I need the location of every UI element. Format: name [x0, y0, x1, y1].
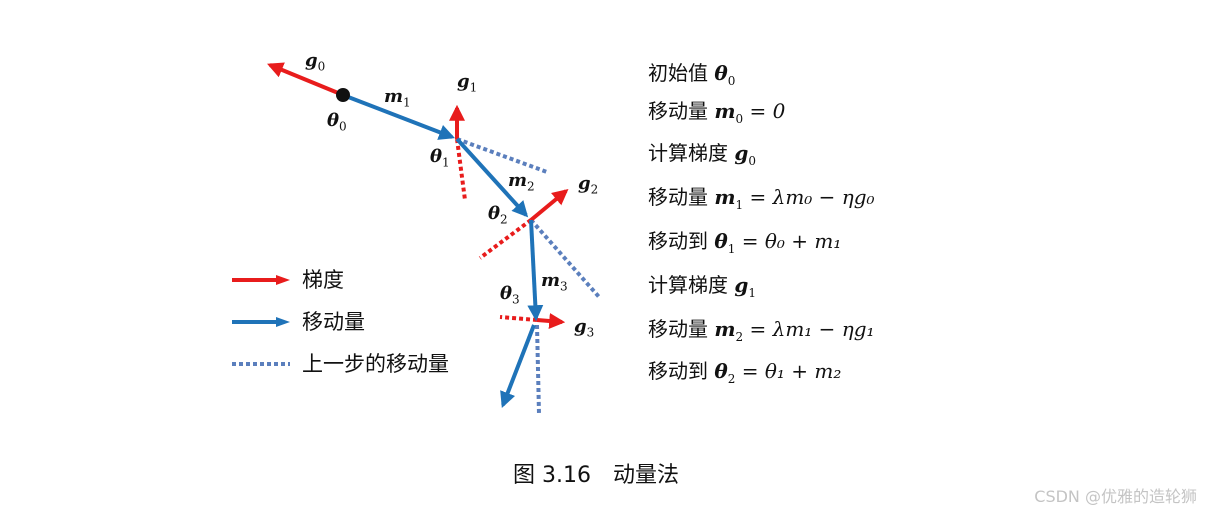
label-g2: g2 [578, 173, 599, 197]
legend-item-gradient: 梯度 [232, 266, 492, 294]
step-2: 移动量 m0 = 0 [648, 99, 786, 126]
step-3: 计算梯度 g0 [648, 141, 756, 168]
start-point-theta0 [336, 88, 350, 102]
figure-caption: 图 3.16 动量法 [513, 462, 679, 490]
label-g0: g0 [305, 50, 326, 74]
step-6: 计算梯度 g1 [648, 273, 756, 300]
step-4: 移动量 m1 = λm₀ − ηg₀ [648, 185, 875, 212]
red-arrow-icon [232, 275, 290, 285]
prev-move-line-3 [535, 324, 541, 415]
label-theta2: θ2 [488, 203, 508, 227]
gradient-arrow-g3 [536, 313, 566, 329]
label-theta0: θ0 [327, 110, 347, 134]
label-g1: g1 [457, 71, 478, 95]
step-7: 移动量 m2 = λm₁ − ηg₁ [648, 317, 875, 344]
move-arrow-m3 [527, 219, 544, 322]
step-8: 移动到 θ2 = θ₁ + m₂ [648, 359, 842, 386]
figure-number: 图 3.16 [513, 463, 591, 488]
move-arrow-m4 [500, 324, 536, 408]
watermark: CSDN @优雅的造轮狮 [1034, 487, 1197, 506]
label-m1: m1 [384, 86, 411, 110]
gradient-arrow-g2 [529, 188, 569, 222]
label-g3: g3 [574, 316, 595, 340]
label-m3: m3 [541, 270, 568, 294]
legend-label-gradient: 梯度 [302, 268, 344, 292]
blue-arrow-icon [232, 317, 290, 327]
dotted-line-icon [232, 362, 290, 366]
momentum-diagram [267, 62, 602, 415]
label-m2: m2 [508, 170, 535, 194]
step-5: 移动到 θ1 = θ₀ + m₁ [648, 229, 842, 256]
figure-title: 动量法 [612, 463, 679, 488]
legend-item-prev-move: 上一步的移动量 [232, 350, 492, 378]
label-theta1: θ1 [430, 146, 450, 170]
legend-label-prev-move: 上一步的移动量 [302, 352, 449, 376]
legend-item-move: 移动量 [232, 308, 492, 336]
legend-label-move: 移动量 [302, 310, 365, 334]
step-1: 初始值 θ0 [648, 61, 736, 88]
label-theta3: θ3 [500, 283, 520, 307]
neg-gradient-line-3 [499, 315, 538, 322]
